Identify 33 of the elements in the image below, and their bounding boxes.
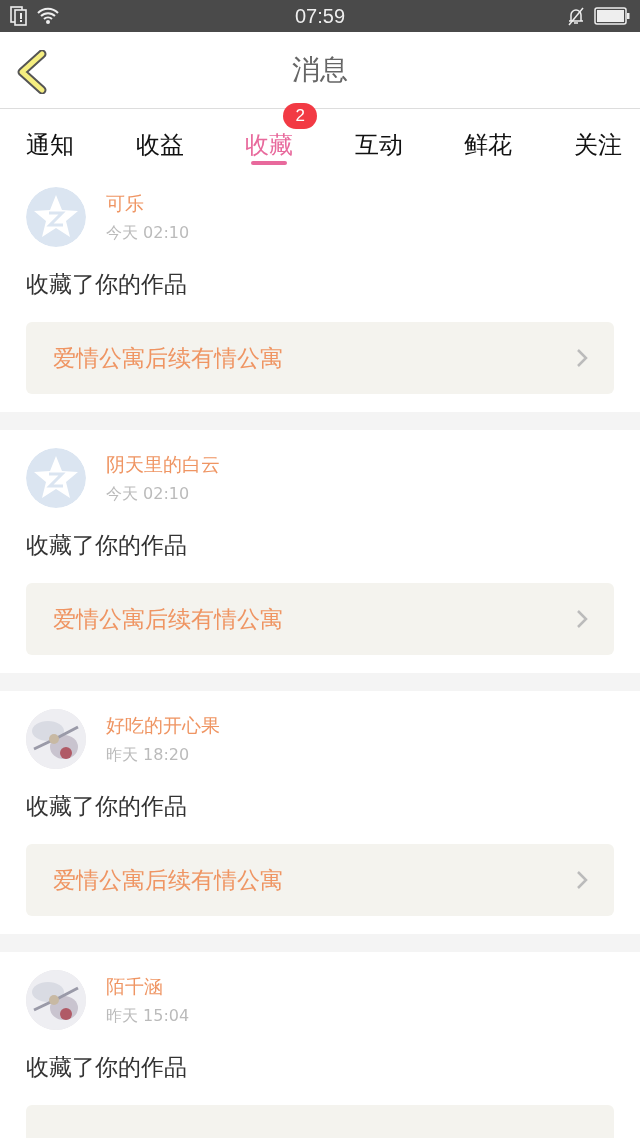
message-text: 收藏了你的作品	[26, 531, 188, 560]
tab[interactable]: 关注	[569, 109, 626, 169]
timestamp: 昨天 18:20	[106, 744, 191, 766]
muted-bell-icon	[566, 6, 586, 26]
default-avatar-icon	[26, 187, 86, 247]
message-text: 收藏了你的作品	[26, 270, 188, 299]
timestamp: 今天 02:10	[106, 483, 191, 505]
user-name[interactable]: 好吃的开心果	[106, 712, 220, 739]
message-text: 收藏了你的作品	[26, 1053, 188, 1082]
user-name[interactable]: 陌千涵	[106, 973, 190, 1000]
user-name[interactable]: 阴天里的白云	[106, 451, 220, 478]
timestamp: 今天 02:10	[106, 222, 190, 244]
status-time: 07:59	[294, 4, 346, 28]
chevron-icon	[576, 348, 588, 368]
sim-icon	[10, 6, 28, 26]
chevron-icon	[576, 609, 588, 629]
default-avatar-icon	[26, 448, 86, 508]
work-link[interactable]: 爱情公寓后续有情公寓	[26, 844, 614, 916]
tab[interactable]: 收益	[131, 109, 188, 169]
chevron-icon	[576, 870, 588, 890]
count-badge: 2	[283, 103, 318, 129]
timestamp: 昨天 15:04	[106, 1005, 190, 1027]
battery-icon	[594, 7, 630, 25]
tab[interactable]: 互动	[350, 109, 407, 169]
user-name[interactable]: 可乐	[106, 190, 190, 217]
message-text: 收藏了你的作品	[26, 792, 188, 821]
work-link[interactable]: 爱情公寓后续有情公寓	[26, 583, 614, 655]
back-button[interactable]	[16, 50, 48, 97]
tab[interactable]: 通知	[22, 109, 78, 169]
page-title: 消息	[292, 52, 348, 88]
wifi-icon	[36, 7, 60, 25]
work-link[interactable]: 爱情公寓后续有情公寓	[26, 322, 614, 394]
tab[interactable]: 鲜花	[460, 109, 517, 169]
